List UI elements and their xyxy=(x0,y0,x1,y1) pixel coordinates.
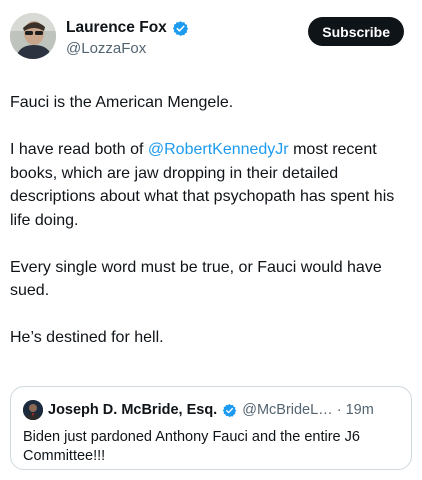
tweet-paragraph-4: He’s destined for hell. xyxy=(10,329,164,346)
quoted-tweet-header: Joseph D. McBride, Esq. @McBrideL… · 19m xyxy=(23,400,374,420)
author-name-row: Laurence Fox xyxy=(66,19,189,37)
verified-badge-icon xyxy=(172,20,188,36)
author-display-name[interactable]: Laurence Fox xyxy=(66,19,167,37)
tweet-paragraph-1: Fauci is the American Mengele. xyxy=(10,94,234,111)
tweet-paragraph-3: Every single word must be true, or Fauci… xyxy=(10,258,382,300)
tweet-header: Laurence Fox @LozzaFox Subscribe xyxy=(10,12,412,64)
tweet-text-segment: I have read both of xyxy=(10,141,148,158)
tweet-paragraph-2: I have read both of @RobertKennedyJr mos… xyxy=(10,138,412,232)
tweet-text: Fauci is the American Mengele. I have re… xyxy=(10,91,412,350)
quoted-handle-timestamp: @McBrideL… · 19m xyxy=(242,402,374,418)
mention-link[interactable]: @RobertKennedyJr xyxy=(148,141,289,158)
quoted-tweet[interactable]: Joseph D. McBride, Esq. @McBrideL… · 19m… xyxy=(10,386,412,470)
quoted-tweet-text: Biden just pardoned Anthony Fauci and th… xyxy=(23,429,360,464)
quoted-author-avatar xyxy=(23,400,43,420)
quoted-avatar-photo xyxy=(23,400,43,420)
subscribe-button[interactable]: Subscribe xyxy=(308,17,404,46)
author-avatar[interactable] xyxy=(10,13,56,59)
quoted-author-name: Joseph D. McBride, Esq. xyxy=(48,402,218,418)
avatar-photo xyxy=(10,13,56,59)
verified-badge-icon xyxy=(222,403,237,417)
author-handle[interactable]: @LozzaFox xyxy=(66,40,146,57)
